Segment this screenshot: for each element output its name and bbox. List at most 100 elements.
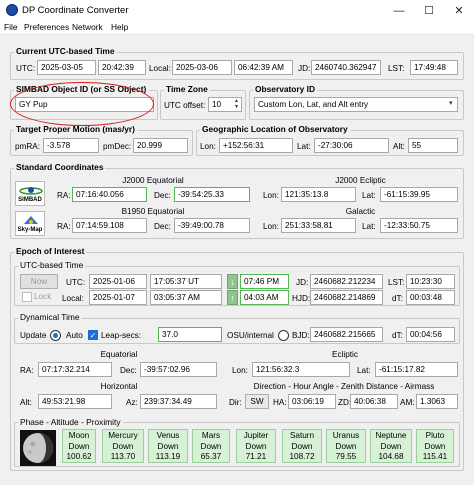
alt-input[interactable]: 55 <box>408 138 458 153</box>
j2000-dec-label: Dec: <box>154 191 171 200</box>
equatorial-title: Equatorial <box>100 350 138 359</box>
window-title: DP Coordinate Converter <box>22 5 129 16</box>
lock-label: Lock <box>34 292 52 301</box>
menu-preferences[interactable]: Preferences <box>24 22 69 32</box>
timezone-title: Time Zone <box>164 84 210 94</box>
b1950-ra-field: 07:14:59.108 <box>72 218 147 233</box>
planet-uranus: Uranus Down 79.55 <box>326 429 366 463</box>
epoch-utc-date[interactable]: 2025-01-06 <box>89 274 147 289</box>
local-time-field: 06:42:39 AM <box>234 60 293 75</box>
lst-field: 17:49:48 <box>410 60 458 75</box>
b1950-dec-label: Dec: <box>154 222 171 231</box>
epoch-local-time[interactable]: 03:05:37 AM <box>150 290 222 305</box>
utc-date-field: 2025-03-05 <box>37 60 96 75</box>
lock-checkbox[interactable] <box>22 292 32 302</box>
minimize-button[interactable]: — <box>384 1 414 20</box>
planet-pluto: Pluto Down 115.41 <box>416 429 454 463</box>
leap-secs-checkbox[interactable]: ✓ <box>88 330 98 340</box>
bjd-label: BJD: <box>292 331 310 340</box>
planet-moon: Moon Down 100.62 <box>62 429 96 463</box>
osu-internal-radio[interactable] <box>278 330 289 341</box>
planet-mercury: Mercury Down 113.70 <box>102 429 144 463</box>
skymap-button-label: Sky-Map <box>17 227 43 233</box>
j2000-equatorial-title: J2000 Equatorial <box>122 176 184 185</box>
planet-jupiter: Jupiter Down 71.21 <box>236 429 276 463</box>
direction-title: Direction - Hour Angle - Zenith Distance… <box>253 382 435 391</box>
am-label: AM: <box>400 398 415 407</box>
b1950-ra-label: RA: <box>57 222 71 231</box>
simbad-button[interactable]: SIMBAD <box>15 181 45 206</box>
ecliptic-title: Ecliptic <box>332 350 358 359</box>
now-button[interactable]: Now <box>20 274 58 289</box>
sunrise-icon[interactable]: ↑ <box>227 290 238 305</box>
moon-phase-icon <box>20 430 56 466</box>
horiz-alt-field: 49:53:21.98 <box>38 394 112 409</box>
ha-label: HA: <box>273 398 287 407</box>
utc-time-field: 20:42:39 <box>98 60 146 75</box>
epoch-ecl-lat-field: -61:15:17.82 <box>375 362 458 377</box>
horiz-az-field: 239:37:34.49 <box>140 394 217 409</box>
pmdec-input[interactable]: 20.999 <box>133 138 188 153</box>
epoch-jd-label: JD: <box>296 278 309 287</box>
location-title: Geographic Location of Observatory <box>200 124 350 134</box>
epoch-local-date[interactable]: 2025-01-07 <box>89 290 147 305</box>
update-label: Update <box>20 331 47 340</box>
epoch-utc-title: UTC-based Time <box>18 260 86 270</box>
horiz-az-label: Az: <box>126 398 138 407</box>
galactic-lat-field: -12:33:50.75 <box>380 218 458 233</box>
current-time-title: Current UTC-based Time <box>14 46 117 56</box>
utc-label: UTC: <box>16 64 36 73</box>
planet-venus: Venus Down 113.19 <box>148 429 188 463</box>
dir-label: Dir: <box>229 398 242 407</box>
lat-input[interactable]: -27:30:06 <box>314 138 389 153</box>
j2000-ra-field: 07:16:40.056 <box>72 187 147 202</box>
j2000-dec-field: -39:54:25.33 <box>174 187 250 202</box>
zd-field: 40:06:38 <box>350 394 398 409</box>
menu-network[interactable]: Network <box>72 22 103 32</box>
pmra-input[interactable]: -3.578 <box>43 138 99 153</box>
planet-mars: Mars Down 65.37 <box>192 429 230 463</box>
app-icon <box>6 4 18 16</box>
auto-radio[interactable] <box>50 330 61 341</box>
epoch-utc-label: UTC: <box>66 278 86 287</box>
b1950-dec-field: -39:49:00.78 <box>174 218 250 233</box>
observatory-select[interactable]: Custom Lon, Lat, and Alt entry <box>254 97 458 112</box>
b1950-equatorial-title: B1950 Equatorial <box>121 207 185 216</box>
hjd-label: HJD: <box>292 294 311 303</box>
spinner-arrows-icon[interactable]: ▲ ▼ <box>234 98 239 110</box>
lon-input[interactable]: +152:56:31 <box>219 138 293 153</box>
maximize-button[interactable]: ☐ <box>414 1 444 20</box>
menu-file[interactable]: File <box>4 22 18 32</box>
lst-label: LST: <box>388 64 405 73</box>
auto-label: Auto <box>66 331 83 340</box>
ecliptic-lon-field: 121:35:13.8 <box>281 187 356 202</box>
chevron-down-icon[interactable]: ▾ <box>449 99 453 107</box>
ecliptic-lat-field: -61:15:39.95 <box>380 187 458 202</box>
epoch-lst-field: 10:23:30 <box>406 274 455 289</box>
planet-neptune: Neptune Down 104.68 <box>370 429 412 463</box>
osu-internal-label: OSU/internal <box>227 331 274 340</box>
skymap-logo-icon <box>24 216 38 224</box>
simbad-button-label: SIMBAD <box>18 197 42 203</box>
dyn-dt-label: dT: <box>392 331 403 340</box>
dynamical-time-title: Dynamical Time <box>18 312 82 322</box>
menu-help[interactable]: Help <box>111 22 128 32</box>
alt-label: Alt: <box>393 142 405 151</box>
epoch-dt-label: dT: <box>392 294 403 303</box>
galactic-lat-label: Lat: <box>362 222 376 231</box>
leap-secs-label: Leap-secs: <box>101 331 142 340</box>
close-button[interactable]: ✕ <box>444 1 474 20</box>
pmra-label: pmRA: <box>15 142 41 151</box>
epoch-dec-field: -39:57:02.96 <box>140 362 217 377</box>
sunset-icon[interactable]: ↓ <box>227 274 238 289</box>
epoch-utc-time[interactable]: 17:05:37 UT <box>150 274 222 289</box>
skymap-button[interactable]: Sky-Map <box>15 211 45 236</box>
j2000-ecliptic-title: J2000 Ecliptic <box>335 176 386 185</box>
dyn-dt-field: 00:04:56 <box>406 327 455 342</box>
jd-label: JD: <box>298 64 311 73</box>
epoch-lst-label: LST: <box>388 278 405 287</box>
am-field: 1.3063 <box>416 394 458 409</box>
epoch-jd-field[interactable]: 2460682.212234 <box>310 274 383 289</box>
utc-offset-label: UTC offset: <box>164 101 206 110</box>
leap-secs-field[interactable]: 37.0 <box>158 327 222 342</box>
